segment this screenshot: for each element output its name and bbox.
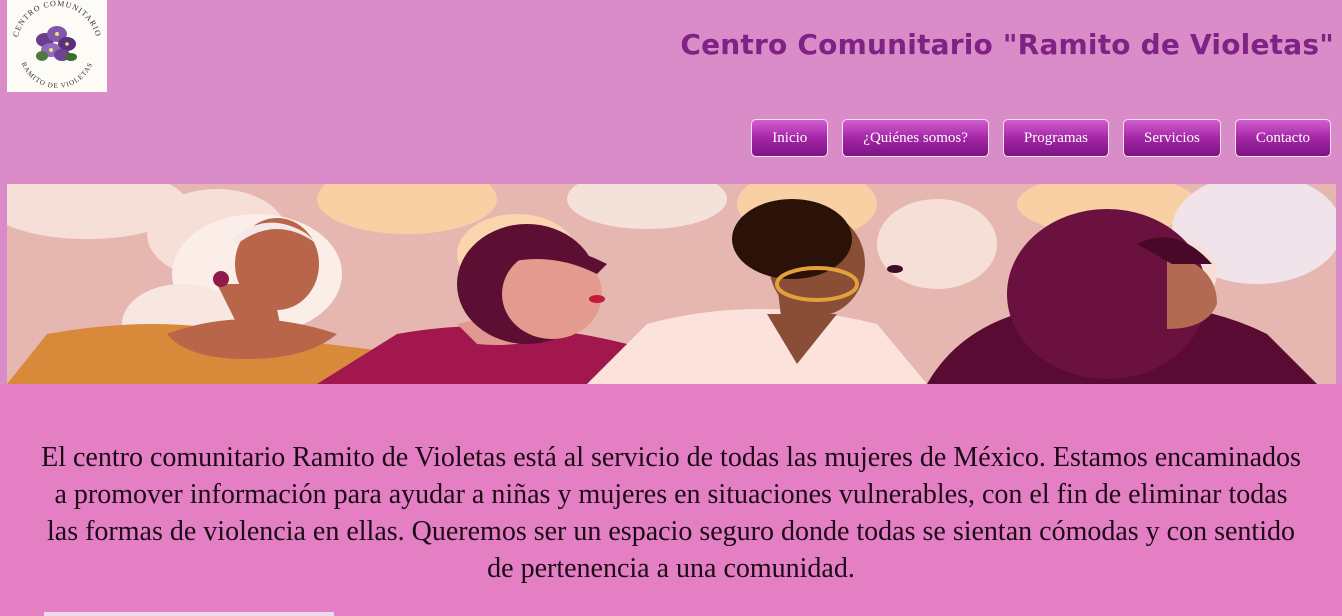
nav-quienes-somos-button[interactable]: ¿Quiénes somos? (842, 119, 989, 157)
page: CENTRO COMUNITARIO RAMITO DE VIOLETAS Ce… (0, 0, 1342, 616)
illustration-four-women (7, 184, 1336, 384)
violet-flowers-icon (36, 26, 77, 61)
site-header: CENTRO COMUNITARIO RAMITO DE VIOLETAS Ce… (0, 0, 1342, 184)
main-content: El centro comunitario Ramito de Violetas… (0, 384, 1342, 616)
site-title: Centro Comunitario "Ramito de Violetas" (680, 28, 1334, 61)
main-nav: Inicio ¿Quiénes somos? Programas Servici… (751, 119, 1331, 157)
hero-banner (7, 184, 1336, 384)
nav-inicio-button[interactable]: Inicio (751, 119, 829, 157)
nav-programas-button[interactable]: Programas (1002, 119, 1110, 157)
bottom-scroll-strip (44, 612, 334, 616)
logo-bottom-text: RAMITO DE VIOLETAS (19, 61, 93, 90)
logo-emblem: CENTRO COMUNITARIO RAMITO DE VIOLETAS (11, 0, 102, 90)
nav-contacto-button[interactable]: Contacto (1234, 119, 1331, 157)
nav-servicios-button[interactable]: Servicios (1123, 119, 1221, 157)
intro-paragraph: El centro comunitario Ramito de Violetas… (41, 442, 1301, 584)
svg-text:RAMITO DE VIOLETAS: RAMITO DE VIOLETAS (19, 61, 94, 90)
logo[interactable]: CENTRO COMUNITARIO RAMITO DE VIOLETAS (7, 0, 107, 92)
